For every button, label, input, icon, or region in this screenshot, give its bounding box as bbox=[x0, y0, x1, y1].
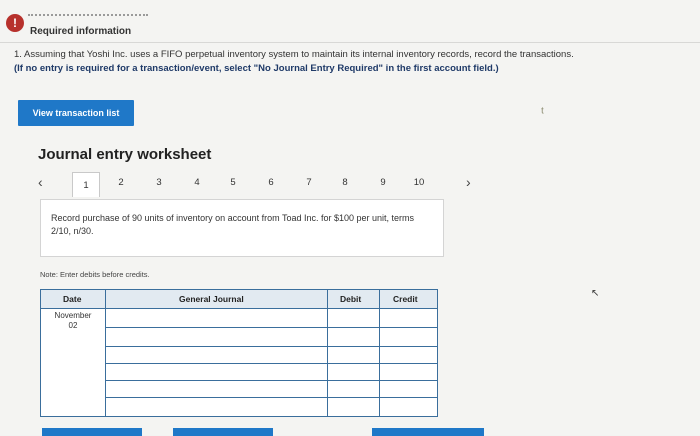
account-input-3[interactable] bbox=[107, 348, 325, 363]
debit-input-1[interactable] bbox=[329, 310, 377, 325]
account-input-1[interactable] bbox=[107, 310, 325, 325]
progress-dots bbox=[28, 14, 148, 16]
chevron-right-icon[interactable]: › bbox=[466, 174, 471, 190]
mouse-cursor-icon: ↖ bbox=[591, 288, 600, 299]
question-note: (If no entry is required for a transacti… bbox=[14, 63, 499, 74]
transaction-text: Record purchase of 90 units of inventory… bbox=[51, 213, 415, 236]
account-input-5[interactable] bbox=[107, 382, 325, 397]
question-text: 1. Assuming that Yoshi Inc. uses a FIFO … bbox=[14, 49, 574, 60]
header-debit: Debit bbox=[340, 294, 362, 304]
tab-page-8[interactable]: 8 bbox=[332, 172, 358, 192]
tab-page-10[interactable]: 10 bbox=[406, 172, 432, 192]
account-input-4[interactable] bbox=[107, 365, 325, 380]
tab-page-2[interactable]: 2 bbox=[108, 172, 134, 192]
row-divider bbox=[105, 327, 437, 328]
debit-credit-note: Note: Enter debits before credits. bbox=[40, 270, 150, 279]
header-general-journal: General Journal bbox=[179, 294, 244, 304]
row-divider bbox=[105, 346, 437, 347]
row-divider bbox=[105, 363, 437, 364]
journal-table: Date General Journal Debit Credit Novemb… bbox=[40, 289, 438, 417]
page: ! Required information 1. Assuming that … bbox=[0, 0, 700, 436]
page-tabs: ‹ 1 2 3 4 5 6 7 8 9 10 › bbox=[36, 172, 490, 197]
account-input-6[interactable] bbox=[107, 399, 325, 414]
tab-page-3[interactable]: 3 bbox=[146, 172, 172, 192]
date-column bbox=[41, 290, 106, 416]
tab-page-4[interactable]: 4 bbox=[184, 172, 210, 192]
tab-page-6[interactable]: 6 bbox=[258, 172, 284, 192]
view-transaction-list-button[interactable]: View transaction list bbox=[18, 100, 134, 126]
divider bbox=[0, 42, 700, 43]
info-icon: ! bbox=[6, 14, 24, 32]
row-divider bbox=[105, 380, 437, 381]
transaction-box: Record purchase of 90 units of inventory… bbox=[40, 199, 444, 257]
date-month: November bbox=[54, 311, 92, 320]
worksheet-title: Journal entry worksheet bbox=[38, 146, 212, 163]
header-credit: Credit bbox=[393, 294, 418, 304]
pen-mark-icon: ᵗ bbox=[541, 104, 545, 120]
date-day: 02 bbox=[68, 321, 78, 330]
credit-input-1[interactable] bbox=[381, 310, 435, 325]
row-divider bbox=[105, 397, 437, 398]
date-cell: November 02 bbox=[45, 311, 101, 331]
required-info-label: Required information bbox=[30, 26, 132, 37]
chevron-left-icon[interactable]: ‹ bbox=[38, 174, 43, 190]
tab-page-9[interactable]: 9 bbox=[370, 172, 396, 192]
tab-page-7[interactable]: 7 bbox=[296, 172, 322, 192]
tab-page-5[interactable]: 5 bbox=[220, 172, 246, 192]
tab-page-1[interactable]: 1 bbox=[72, 172, 100, 197]
account-input-2[interactable] bbox=[107, 329, 325, 344]
